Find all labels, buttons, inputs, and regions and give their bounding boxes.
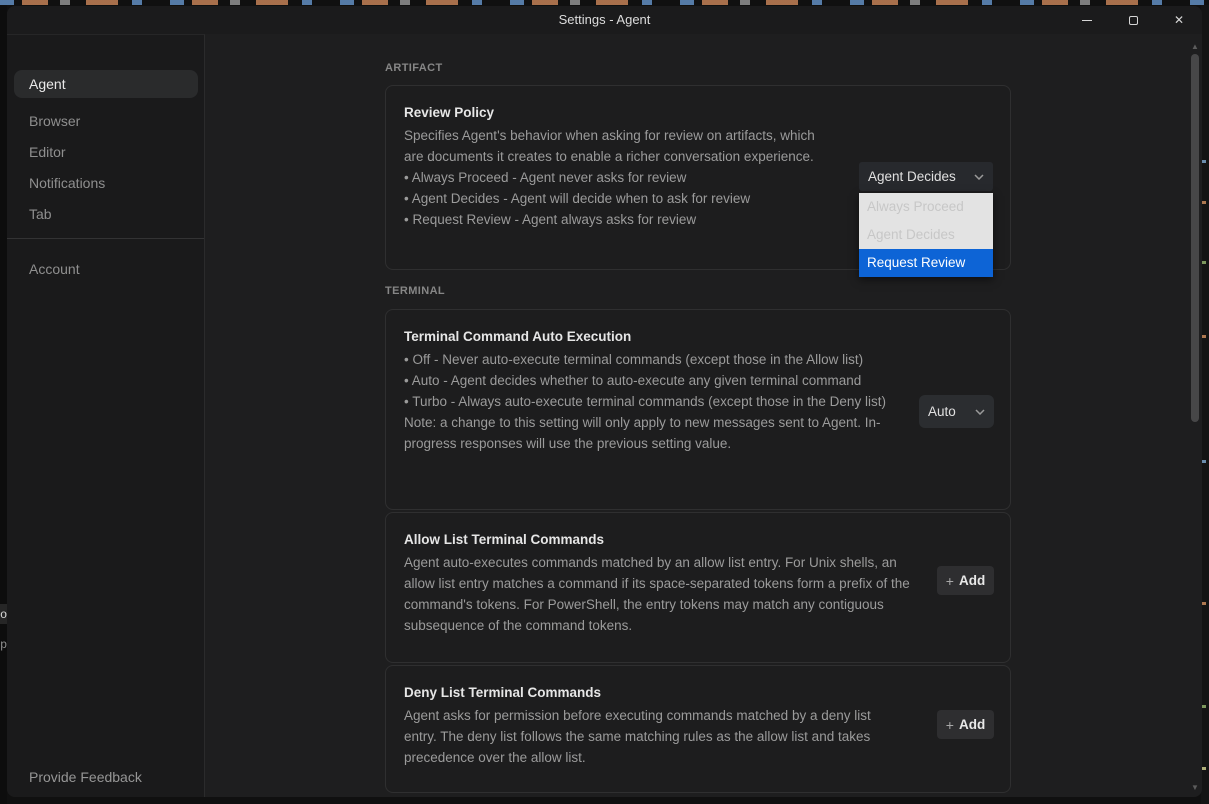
auto-execution-bullet: • Turbo - Always auto-execute terminal c… <box>404 394 886 409</box>
plus-icon: + <box>945 716 954 733</box>
sidebar-item-editor[interactable]: Editor <box>14 138 198 166</box>
deny-list-description: Agent asks for permission before executi… <box>404 708 871 765</box>
provide-feedback-link[interactable]: Provide Feedback <box>29 769 142 785</box>
background-left-strip <box>0 5 7 804</box>
auto-execution-bullet: • Auto - Agent decides whether to auto-e… <box>404 373 862 388</box>
allow-list-add-button[interactable]: + Add <box>937 566 994 595</box>
auto-execution-title: Terminal Command Auto Execution <box>404 329 632 344</box>
sidebar-item-label: Notifications <box>29 175 106 191</box>
title-bar[interactable]: Settings - Agent ✕ <box>7 6 1202 34</box>
plus-icon: + <box>945 572 954 589</box>
scroll-down-icon[interactable]: ▼ <box>1190 783 1200 793</box>
background-code-strip <box>0 0 1209 5</box>
auto-execution-dropdown-value: Auto <box>928 404 956 419</box>
review-policy-bullet: • Always Proceed - Agent never asks for … <box>404 170 687 185</box>
auto-execution-note: Note: a change to this setting will only… <box>404 415 881 451</box>
deny-list-card: Deny List Terminal Commands Agent asks f… <box>385 665 1011 793</box>
settings-content: ARTIFACT Review Policy Specifies Agent's… <box>205 34 1192 797</box>
review-policy-bullet: • Agent Decides - Agent will decide when… <box>404 191 751 206</box>
review-policy-card: Review Policy Specifies Agent's behavior… <box>385 85 1011 277</box>
allow-list-card: Allow List Terminal Commands Agent auto-… <box>385 512 1011 663</box>
scrollbar-thumb[interactable] <box>1191 54 1199 422</box>
screen: ol p Settings - Agent ✕ Agent Browser <box>0 0 1209 804</box>
sidebar-item-agent[interactable]: Agent <box>14 70 198 98</box>
dropdown-option-request-review[interactable]: Request Review <box>859 249 993 277</box>
auto-execution-bullet: • Off - Never auto-execute terminal comm… <box>404 352 864 367</box>
maximize-icon <box>1128 15 1138 25</box>
review-policy-dropdown[interactable]: Agent Decides <box>859 162 993 191</box>
sidebar-item-label: Account <box>29 261 80 277</box>
deny-list-title: Deny List Terminal Commands <box>404 685 602 700</box>
minimize-button[interactable] <box>1064 6 1110 34</box>
dropdown-option-always-proceed[interactable]: Always Proceed <box>859 193 993 221</box>
close-button[interactable]: ✕ <box>1156 6 1202 34</box>
scrollbar: ▲ ▼ <box>1190 34 1200 797</box>
chevron-down-icon <box>974 173 984 180</box>
sidebar-item-tab[interactable]: Tab <box>14 200 198 228</box>
window-controls: ✕ <box>1064 6 1202 34</box>
minimize-icon <box>1082 19 1092 21</box>
chevron-down-icon <box>975 408 985 415</box>
section-header-terminal: TERMINAL <box>385 285 446 297</box>
sidebar-item-label: Editor <box>29 144 66 160</box>
review-policy-description: Specifies Agent's behavior when asking f… <box>404 128 815 164</box>
review-policy-title: Review Policy <box>404 105 495 120</box>
add-button-label: Add <box>958 573 986 588</box>
window-title: Settings - Agent <box>558 12 651 27</box>
background-right-strip <box>1201 5 1209 804</box>
auto-execution-dropdown[interactable]: Auto <box>919 395 994 428</box>
sidebar-item-browser[interactable]: Browser <box>14 107 198 135</box>
review-policy-dropdown-value: Agent Decides <box>868 169 956 184</box>
maximize-button[interactable] <box>1110 6 1156 34</box>
review-policy-bullet: • Request Review - Agent always asks for… <box>404 212 697 227</box>
sidebar-item-notifications[interactable]: Notifications <box>14 169 198 197</box>
auto-execution-card: Terminal Command Auto Execution • Off - … <box>385 309 1011 510</box>
dropdown-option-agent-decides[interactable]: Agent Decides <box>859 221 993 249</box>
sidebar-item-label: Browser <box>29 113 81 129</box>
add-button-label: Add <box>958 717 986 732</box>
sidebar: Agent Browser Editor Notifications Tab A… <box>7 34 205 797</box>
section-header-artifact: ARTIFACT <box>385 62 443 74</box>
sidebar-item-account[interactable]: Account <box>14 255 198 283</box>
settings-window: Settings - Agent ✕ Agent Browser Editor … <box>7 6 1202 797</box>
scroll-up-icon[interactable]: ▲ <box>1190 42 1200 52</box>
sidebar-divider <box>7 238 204 239</box>
allow-list-title: Allow List Terminal Commands <box>404 532 605 547</box>
deny-list-add-button[interactable]: + Add <box>937 710 994 739</box>
close-icon: ✕ <box>1173 13 1185 27</box>
sidebar-item-label: Tab <box>29 206 52 222</box>
allow-list-description: Agent auto-executes commands matched by … <box>404 555 910 633</box>
review-policy-dropdown-menu: Always Proceed Agent Decides Request Rev… <box>859 193 993 277</box>
sidebar-item-label: Agent <box>29 76 66 92</box>
